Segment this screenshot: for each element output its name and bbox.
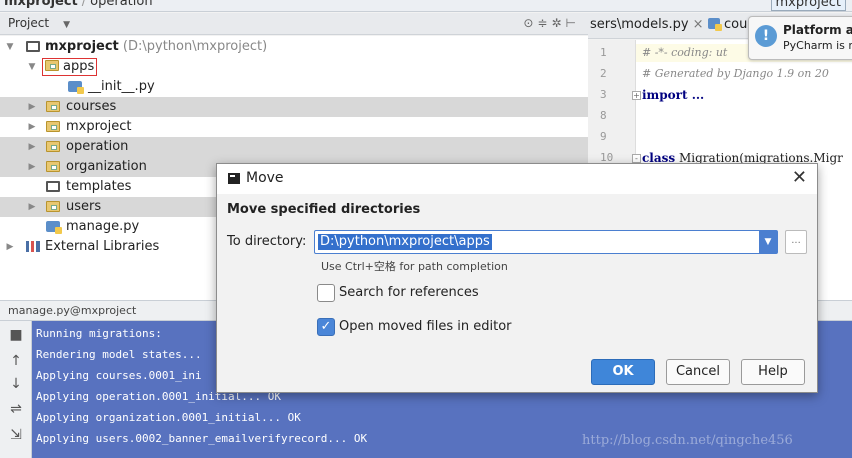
run-panel-title: manage.py@mxproject bbox=[8, 304, 137, 317]
tree-item-operation[interactable]: ▶ operation bbox=[0, 137, 588, 157]
gear-icon[interactable]: ✲ bbox=[551, 16, 565, 30]
directory-value: D:\python\mxproject\apps bbox=[318, 234, 492, 250]
hide-icon[interactable]: ⊢ bbox=[566, 16, 580, 30]
fold-toggle-icon[interactable]: + bbox=[632, 91, 641, 100]
help-button[interactable]: Help bbox=[741, 359, 805, 385]
breadcrumb-project[interactable]: mxproject bbox=[4, 0, 78, 9]
dialog-title-bar[interactable]: Move ✕ bbox=[217, 164, 817, 194]
tree-item-label: __init__.py bbox=[88, 79, 155, 94]
tree-item-apps[interactable]: ▼ apps bbox=[0, 57, 588, 77]
soft-wrap-icon[interactable]: ⇌ bbox=[8, 401, 24, 417]
ok-button[interactable]: OK bbox=[591, 359, 655, 385]
close-tab-icon[interactable]: × bbox=[693, 17, 704, 32]
directory-input[interactable]: D:\python\mxproject\apps ▼ bbox=[314, 230, 778, 254]
line-number: 8 bbox=[600, 109, 607, 122]
tree-item-mxproject[interactable]: ▶ mxproject bbox=[0, 117, 588, 137]
code-line: import ... bbox=[642, 88, 705, 102]
tree-item-label: mxproject bbox=[66, 119, 132, 134]
line-number: 3 bbox=[600, 88, 607, 101]
directory-label: To directory: bbox=[227, 234, 307, 249]
tree-item-label: templates bbox=[66, 179, 132, 194]
search-references-checkbox[interactable] bbox=[317, 284, 335, 302]
fold-toggle-icon[interactable]: - bbox=[632, 154, 641, 163]
tree-item-label: users bbox=[66, 199, 102, 214]
collapse-all-icon[interactable]: ≑ bbox=[537, 16, 551, 30]
code-line: # Generated by Django 1.9 on 20 bbox=[642, 67, 829, 80]
package-folder-icon bbox=[46, 161, 60, 172]
project-view-selector[interactable]: Project ▼ bbox=[8, 16, 70, 30]
close-icon[interactable]: ✕ bbox=[792, 167, 807, 188]
package-folder-icon bbox=[46, 101, 60, 112]
path-completion-hint: Use Ctrl+空格 for path completion bbox=[321, 260, 508, 273]
browse-button[interactable]: ... bbox=[785, 230, 807, 254]
line-number: 2 bbox=[600, 67, 607, 80]
dialog-heading: Move specified directories bbox=[227, 202, 421, 217]
package-folder-icon bbox=[46, 121, 60, 132]
expand-arrow-icon[interactable]: ▼ bbox=[26, 57, 38, 77]
expand-arrow-icon[interactable]: ▶ bbox=[26, 157, 38, 177]
tree-item-mxproject-root[interactable]: ▼ mxproject (D:\python\mxproject) bbox=[0, 37, 588, 57]
tree-item-path: (D:\python\mxproject) bbox=[122, 39, 268, 54]
search-references-label[interactable]: Search for references bbox=[339, 285, 479, 300]
notification-title: Platform ar bbox=[783, 23, 852, 37]
pin-icon[interactable]: ⇲ bbox=[8, 427, 24, 443]
expand-arrow-icon[interactable]: ▶ bbox=[4, 237, 16, 257]
tree-item-label: manage.py bbox=[66, 219, 140, 234]
run-panel-toolbar: ■ ↑ ↓ ⇌ ⇲ bbox=[0, 321, 32, 458]
open-in-editor-checkbox[interactable]: ✓ bbox=[317, 318, 335, 336]
package-folder-icon bbox=[45, 60, 59, 71]
chevron-down-icon[interactable]: ▼ bbox=[759, 231, 777, 253]
move-dialog: Move ✕ Move specified directories To dir… bbox=[216, 163, 818, 393]
console-line: Rendering model states... bbox=[36, 348, 202, 361]
folder-icon bbox=[26, 41, 40, 52]
breadcrumb-folder[interactable]: operation bbox=[90, 0, 152, 9]
watermark: http://blog.csdn.net/qingche456 bbox=[582, 433, 793, 448]
open-in-editor-label[interactable]: Open moved files in editor bbox=[339, 319, 512, 334]
tree-item-courses[interactable]: ▶ courses bbox=[0, 97, 588, 117]
tree-item-label: courses bbox=[66, 99, 117, 114]
package-folder-icon bbox=[46, 201, 60, 212]
line-number: 1 bbox=[600, 46, 607, 59]
info-icon: ! bbox=[755, 25, 777, 47]
editor-tab-courses[interactable]: cou bbox=[708, 17, 747, 32]
python-file-icon bbox=[708, 18, 722, 31]
package-folder-icon bbox=[46, 141, 60, 152]
editor-tab-models[interactable]: sers\models.py × bbox=[590, 17, 704, 32]
arrow-up-icon[interactable]: ↑ bbox=[8, 353, 24, 369]
python-file-icon bbox=[46, 221, 62, 234]
python-file-icon bbox=[68, 81, 84, 94]
stop-icon[interactable]: ■ bbox=[8, 327, 24, 343]
console-line: Running migrations: bbox=[36, 327, 162, 340]
project-panel-header: Project ▼ ⊙≑✲⊢ bbox=[0, 13, 588, 35]
expand-arrow-icon[interactable]: ▼ bbox=[4, 37, 16, 57]
tree-item-label: apps bbox=[63, 59, 95, 74]
library-icon bbox=[26, 241, 40, 252]
cancel-button[interactable]: Cancel bbox=[666, 359, 730, 385]
notification-body: PyCharm is r bbox=[783, 39, 852, 52]
navigation-breadcrumb: mxproject / operation mxproject bbox=[0, 0, 852, 12]
tree-item-label: External Libraries bbox=[45, 239, 160, 254]
expand-arrow-icon[interactable]: ▶ bbox=[26, 197, 38, 217]
arrow-down-icon[interactable]: ↓ bbox=[8, 376, 24, 392]
run-config-tab[interactable]: mxproject bbox=[770, 0, 846, 11]
tree-item-label: mxproject bbox=[45, 39, 119, 54]
expand-arrow-icon[interactable]: ▶ bbox=[26, 97, 38, 117]
code-line: # -*- coding: ut bbox=[642, 46, 728, 59]
sync-icon[interactable]: ⊙ bbox=[523, 16, 537, 30]
console-line: Applying organization.0001_initial... OK bbox=[36, 411, 301, 424]
line-number: 9 bbox=[600, 130, 607, 143]
app-icon bbox=[228, 173, 240, 184]
project-panel-toolbar[interactable]: ⊙≑✲⊢ bbox=[523, 16, 580, 30]
folder-icon bbox=[46, 181, 60, 192]
dialog-title: Move bbox=[246, 170, 284, 186]
console-line: Applying users.0002_banner_emailverifyre… bbox=[36, 432, 368, 445]
expand-arrow-icon[interactable]: ▶ bbox=[26, 117, 38, 137]
tree-item-init-py[interactable]: __init__.py bbox=[0, 77, 588, 97]
notification-popup[interactable]: ! Platform ar PyCharm is r bbox=[748, 16, 852, 60]
tree-item-label: operation bbox=[66, 139, 129, 154]
chevron-down-icon: ▼ bbox=[63, 20, 70, 30]
expand-arrow-icon[interactable]: ▶ bbox=[26, 137, 38, 157]
tree-item-label: organization bbox=[66, 159, 147, 174]
console-line: Applying courses.0001_ini bbox=[36, 369, 202, 382]
